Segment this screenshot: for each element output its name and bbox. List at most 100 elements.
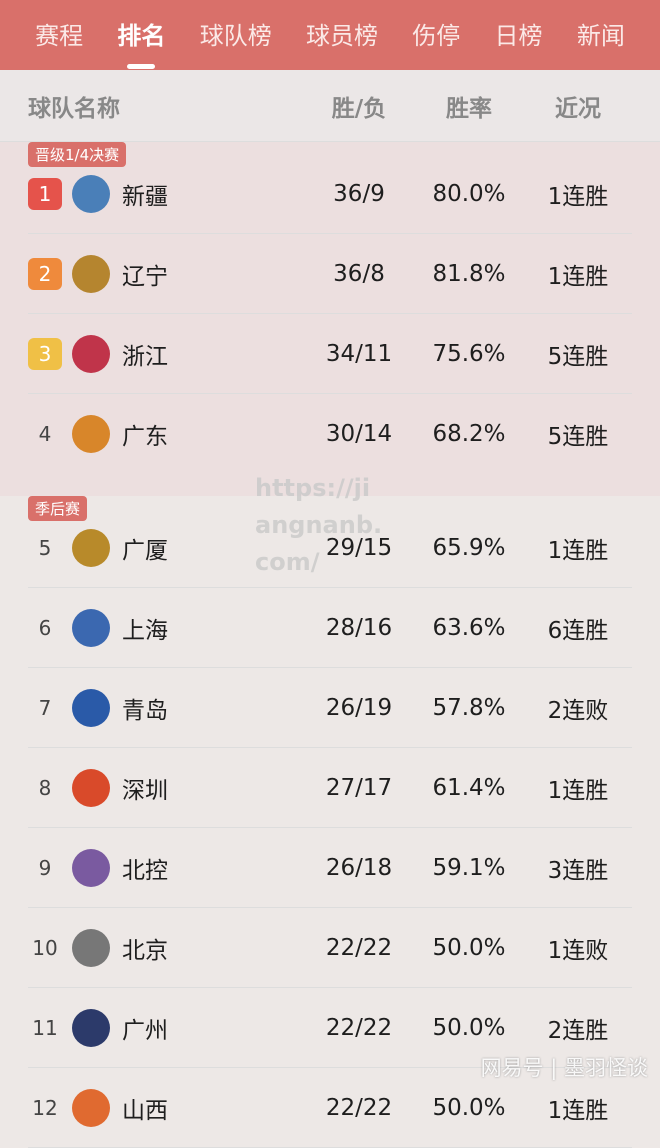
- recent-form: 1连胜: [547, 1097, 609, 1124]
- win-pct: 50.0%: [432, 1014, 506, 1041]
- rank-badge: 5: [38, 535, 52, 560]
- section-1: 季后赛 5 广厦 29/15 65.9% 1连胜 6 上海 28/16 63.6% …: [0, 496, 660, 1148]
- team-logo-icon: [72, 768, 110, 807]
- team-name: 新疆: [122, 183, 168, 210]
- recent-form: 3连胜: [547, 857, 609, 884]
- recent-form: 5连胜: [547, 424, 609, 450]
- recent-form: 1连胜: [547, 183, 609, 210]
- recent-form: 1连败: [547, 937, 609, 964]
- rank-badge: 10: [32, 935, 58, 960]
- rank-badge: 6: [38, 615, 52, 640]
- win-loss: 26/18: [325, 854, 393, 881]
- team-logo-icon: [72, 415, 110, 453]
- table-row[interactable]: 7 青岛 26/19 57.8% 2连败: [28, 668, 632, 748]
- team-name: 浙江: [122, 343, 168, 370]
- team-name: 青岛: [122, 697, 168, 724]
- team-logo-icon: [72, 688, 110, 727]
- win-pct: 80.0%: [432, 180, 506, 207]
- table-row[interactable]: 4 广东 30/14 68.2% 5连胜: [28, 394, 632, 474]
- col-win-pct[interactable]: 胜率: [414, 89, 524, 123]
- recent-form: 5连胜: [547, 343, 609, 370]
- team-name: 上海: [122, 617, 168, 644]
- column-header: 球队名称 胜/负 胜率 近况: [0, 70, 660, 142]
- win-loss: 22/22: [325, 1014, 393, 1041]
- source-watermark: 网易号 | 墨羽怪谈: [480, 1056, 648, 1080]
- team-name: 广厦: [122, 537, 168, 564]
- rank-badge: 1: [28, 177, 62, 210]
- team-logo-icon: [72, 174, 110, 213]
- team-logo-icon: [72, 1008, 110, 1047]
- table-row[interactable]: 9 北控 26/18 59.1% 3连胜: [28, 828, 632, 908]
- rank-badge: 4: [38, 422, 52, 446]
- win-pct: 68.2%: [432, 421, 506, 447]
- win-loss: 34/11: [325, 340, 393, 367]
- tab-5[interactable]: 日榜: [495, 16, 543, 55]
- team-name: 深圳: [122, 777, 168, 804]
- rank-badge: 2: [28, 257, 62, 290]
- top-tab-bar: 赛程 排名 球队榜 球员榜 伤停 日榜 新闻: [0, 0, 660, 70]
- recent-form: 1连胜: [547, 263, 609, 290]
- col-win-loss[interactable]: 胜/负: [304, 89, 414, 123]
- team-logo-icon: [72, 608, 110, 647]
- team-name: 广东: [122, 424, 168, 450]
- win-pct: 65.9%: [432, 534, 506, 561]
- win-pct: 75.6%: [432, 340, 506, 367]
- table-row[interactable]: 6 上海 28/16 63.6% 6连胜: [28, 588, 632, 668]
- tab-3[interactable]: 球员榜: [306, 16, 378, 55]
- tab-0[interactable]: 赛程: [35, 16, 83, 55]
- team-name: 辽宁: [122, 263, 168, 290]
- win-pct: 57.8%: [432, 694, 506, 721]
- col-team-name: 球队名称: [28, 95, 120, 122]
- rank-badge: 12: [32, 1095, 58, 1120]
- win-loss: 28/16: [325, 614, 393, 641]
- tab-1[interactable]: 排名: [117, 16, 165, 69]
- section-0: 晋级1/4决赛 1 新疆 36/9 80.0% 1连胜 2 辽宁 36/8 81.8…: [0, 142, 660, 496]
- team-name: 广州: [122, 1017, 168, 1044]
- tab-4[interactable]: 伤停: [412, 16, 460, 55]
- team-name: 北京: [122, 937, 168, 964]
- standings-list: 晋级1/4决赛 1 新疆 36/9 80.0% 1连胜 2 辽宁 36/8 81.8…: [0, 142, 660, 1148]
- win-loss: 29/15: [325, 534, 393, 561]
- section-badge: 晋级1/4决赛: [28, 142, 127, 167]
- team-logo-icon: [72, 1088, 110, 1127]
- table-row[interactable]: 5 广厦 29/15 65.9% 1连胜: [28, 508, 632, 588]
- table-row[interactable]: 8 深圳 27/17 61.4% 1连胜: [28, 748, 632, 828]
- win-loss: 22/22: [325, 1094, 393, 1121]
- recent-form: 2连胜: [547, 1017, 609, 1044]
- team-logo-icon: [72, 928, 110, 967]
- table-row[interactable]: 10 北京 22/22 50.0% 1连败: [28, 908, 632, 988]
- recent-form: 1连胜: [547, 537, 609, 564]
- rank-badge: 9: [38, 855, 52, 880]
- win-loss: 36/9: [333, 180, 385, 207]
- recent-form: 1连胜: [547, 777, 609, 804]
- recent-form: 2连败: [547, 697, 609, 724]
- win-pct: 63.6%: [432, 614, 506, 641]
- section-badge: 季后赛: [28, 496, 88, 521]
- win-pct: 59.1%: [432, 854, 506, 881]
- table-row[interactable]: 2 辽宁 36/8 81.8% 1连胜: [28, 234, 632, 314]
- win-pct: 81.8%: [432, 260, 506, 287]
- win-loss: 22/22: [325, 934, 393, 961]
- win-pct: 50.0%: [432, 1094, 506, 1121]
- win-loss: 27/17: [325, 774, 393, 801]
- win-loss: 26/19: [325, 694, 393, 721]
- rank-badge: 3: [28, 337, 62, 370]
- win-loss: 36/8: [333, 260, 385, 287]
- recent-form: 6连胜: [547, 617, 609, 644]
- rank-badge: 8: [38, 775, 52, 800]
- team-logo-icon: [72, 334, 110, 373]
- tab-2[interactable]: 球队榜: [200, 16, 272, 55]
- win-pct: 50.0%: [432, 934, 506, 961]
- team-logo-icon: [72, 254, 110, 293]
- rank-badge: 11: [32, 1015, 58, 1040]
- team-name: 北控: [122, 857, 168, 884]
- table-row[interactable]: 3 浙江 34/11 75.6% 5连胜: [28, 314, 632, 394]
- rank-badge: 7: [38, 695, 52, 720]
- team-logo-icon: [72, 848, 110, 887]
- win-loss: 30/14: [325, 421, 393, 447]
- team-name: 山西: [122, 1097, 168, 1124]
- team-logo-icon: [72, 528, 110, 567]
- tab-6[interactable]: 新闻: [577, 16, 625, 55]
- win-pct: 61.4%: [432, 774, 506, 801]
- col-recent[interactable]: 近况: [524, 89, 632, 123]
